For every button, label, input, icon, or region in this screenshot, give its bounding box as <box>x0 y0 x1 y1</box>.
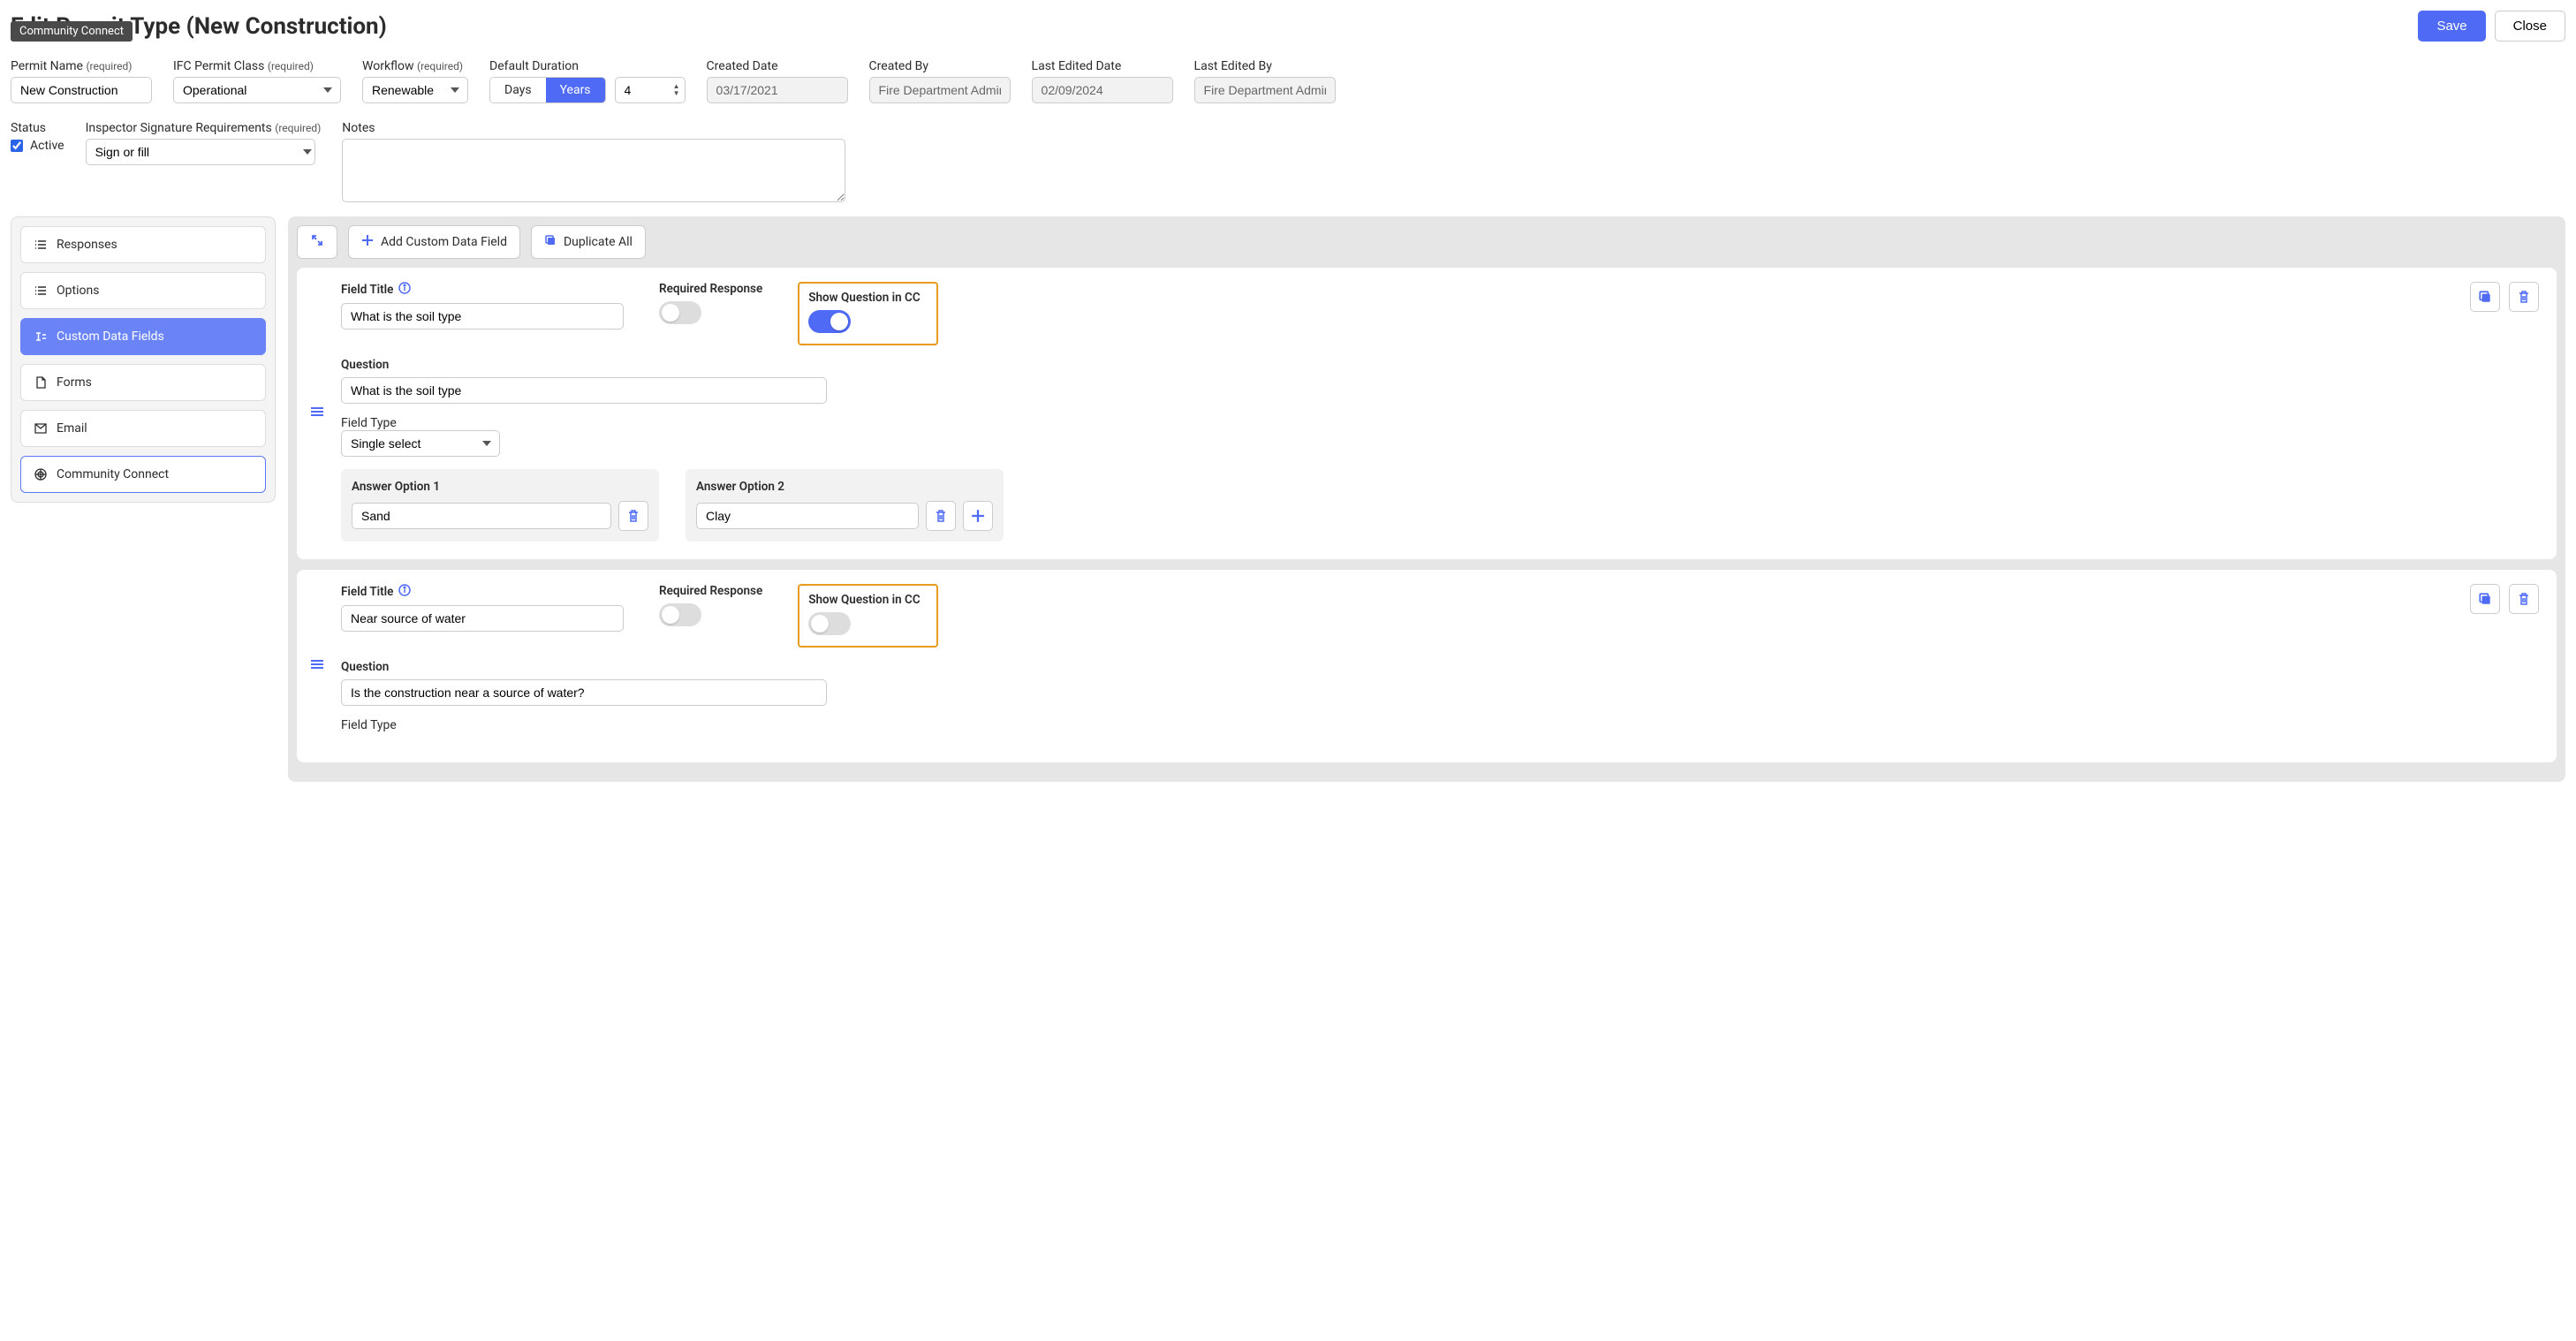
field-title-label: Field Title <box>341 282 624 298</box>
field-title-label: Field Title <box>341 584 624 600</box>
duplicate-icon <box>544 234 557 250</box>
delete-field-button[interactable] <box>2509 584 2539 614</box>
tooltip-community-connect: Community Connect <box>11 21 133 42</box>
save-button[interactable]: Save <box>2418 11 2485 42</box>
delete-option-button[interactable] <box>618 501 648 531</box>
notes-label: Notes <box>342 121 845 135</box>
duration-unit-toggle[interactable]: Days Years <box>489 77 606 103</box>
notes-textarea[interactable] <box>342 139 845 202</box>
community-connect-icon <box>34 467 48 481</box>
default-duration-label: Default Duration <box>489 59 686 73</box>
field-title-input[interactable] <box>341 605 624 632</box>
show-in-cc-highlight: Show Question in CC <box>798 584 937 648</box>
question-input[interactable] <box>341 377 827 404</box>
answer-option-card: Answer Option 1 <box>341 469 659 542</box>
add-field-label: Add Custom Data Field <box>381 235 507 249</box>
sidebar-item-options[interactable]: Options <box>20 272 266 309</box>
required-response-toggle[interactable] <box>659 301 701 324</box>
delete-option-button[interactable] <box>926 501 956 531</box>
sidebar-item-label: Options <box>57 284 99 298</box>
answer-option-label: Answer Option 1 <box>352 480 648 494</box>
info-icon[interactable] <box>398 282 411 298</box>
duplicate-field-button[interactable] <box>2470 584 2500 614</box>
list-icon <box>34 238 48 252</box>
document-icon <box>34 375 48 390</box>
sidebar-item-responses[interactable]: Responses <box>20 226 266 263</box>
show-in-cc-label: Show Question in CC <box>808 291 920 305</box>
expand-button[interactable] <box>297 225 337 259</box>
add-option-button[interactable] <box>963 501 993 531</box>
data-field-card: Field Title Required Response Show Questi… <box>297 570 2557 762</box>
expand-icon <box>310 233 324 251</box>
close-button[interactable]: Close <box>2495 11 2565 42</box>
duration-years-option[interactable]: Years <box>546 78 605 102</box>
status-active-checkbox[interactable] <box>11 140 23 152</box>
sidebar-item-label: Email <box>57 421 87 436</box>
sidebar-item-label: Responses <box>57 238 117 252</box>
answer-option-input[interactable] <box>696 503 919 529</box>
required-response-label: Required Response <box>659 282 762 296</box>
duration-stepper[interactable]: ▲▼ <box>673 83 680 97</box>
sidebar-item-label: Community Connect <box>57 467 169 481</box>
field-type-select[interactable] <box>341 430 500 457</box>
delete-field-button[interactable] <box>2509 282 2539 312</box>
required-response-toggle[interactable] <box>659 603 701 626</box>
question-label: Question <box>341 660 2539 674</box>
ifc-class-select[interactable] <box>173 77 341 103</box>
status-label: Status <box>11 121 64 135</box>
status-active-text: Active <box>30 139 64 153</box>
last-edited-by-value <box>1194 77 1336 103</box>
data-field-card: Field Title Required Response Show Questi… <box>297 268 2557 559</box>
plus-icon <box>361 234 374 250</box>
workflow-label: Workflow (required) <box>362 59 468 73</box>
add-custom-data-field-button[interactable]: Add Custom Data Field <box>348 225 520 259</box>
ifc-class-label: IFC Permit Class (required) <box>173 59 341 73</box>
show-in-cc-highlight: Show Question in CC <box>798 282 937 345</box>
duplicate-all-button[interactable]: Duplicate All <box>531 225 646 259</box>
sidebar-item-custom-data-fields[interactable]: Custom Data Fields <box>20 318 266 355</box>
answer-option-label: Answer Option 2 <box>696 480 993 494</box>
sidebar-item-community-connect[interactable]: Community Connect <box>20 456 266 493</box>
created-date-label: Created Date <box>707 59 848 73</box>
last-edited-date-label: Last Edited Date <box>1032 59 1173 73</box>
toolbar: Add Custom Data Field Duplicate All <box>288 216 2565 268</box>
sidebar-item-forms[interactable]: Forms <box>20 364 266 401</box>
show-in-cc-toggle[interactable] <box>808 612 851 635</box>
workflow-select[interactable] <box>362 77 468 103</box>
last-edited-by-label: Last Edited By <box>1194 59 1336 73</box>
drag-handle-icon[interactable] <box>309 656 325 676</box>
required-response-label: Required Response <box>659 584 762 598</box>
created-date-value <box>707 77 848 103</box>
duration-days-option[interactable]: Days <box>490 78 546 102</box>
answer-option-card: Answer Option 2 <box>686 469 1004 542</box>
answer-option-input[interactable] <box>352 503 611 529</box>
show-in-cc-label: Show Question in CC <box>808 593 920 607</box>
show-in-cc-toggle[interactable] <box>808 310 851 333</box>
mail-icon <box>34 421 48 436</box>
question-input[interactable] <box>341 679 827 706</box>
duplicate-all-label: Duplicate All <box>564 235 633 249</box>
field-type-label: Field Type <box>341 416 2539 430</box>
sidebar: Responses Options Custom Data Fields For… <box>11 216 276 503</box>
field-title-input[interactable] <box>341 303 624 330</box>
list-icon <box>34 284 48 298</box>
inspector-sig-select[interactable] <box>86 139 315 165</box>
sidebar-item-email[interactable]: Email <box>20 410 266 447</box>
inspector-sig-label: Inspector Signature Requirements (requir… <box>86 121 322 135</box>
last-edited-date-value <box>1032 77 1173 103</box>
sidebar-item-label: Custom Data Fields <box>57 330 164 344</box>
field-type-label: Field Type <box>341 718 2539 732</box>
text-field-icon <box>34 330 48 344</box>
created-by-label: Created By <box>869 59 1011 73</box>
info-icon[interactable] <box>398 584 411 600</box>
permit-name-input[interactable] <box>11 77 152 103</box>
question-label: Question <box>341 358 2539 372</box>
permit-name-label: Permit Name (required) <box>11 59 152 73</box>
duplicate-field-button[interactable] <box>2470 282 2500 312</box>
sidebar-item-label: Forms <box>57 375 92 390</box>
stepper-down-icon[interactable]: ▼ <box>673 90 680 97</box>
drag-handle-icon[interactable] <box>309 404 325 423</box>
created-by-value <box>869 77 1011 103</box>
